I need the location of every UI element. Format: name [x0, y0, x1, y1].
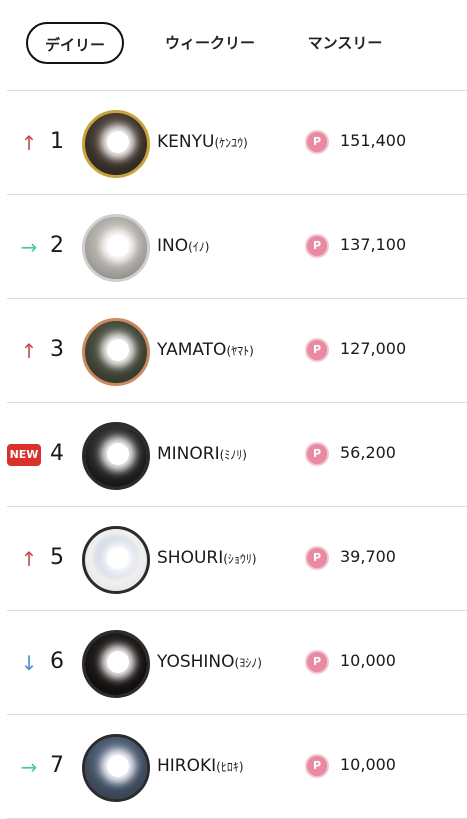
ranking-row[interactable]: ↑ 5 SHOURI(ｼｮｳﾘ) P 39,700 [7, 507, 467, 611]
avatar[interactable] [82, 214, 150, 282]
trend-indicator: NEW [7, 444, 41, 466]
face-blur [107, 235, 129, 257]
point-symbol: P [312, 447, 322, 460]
point-symbol: P [312, 343, 322, 356]
cast-name[interactable]: YAMATO(ﾔﾏﾄ) [157, 337, 254, 364]
cast-name-latin: YAMATO [157, 340, 227, 360]
face-blur [107, 755, 129, 777]
points-value: 10,000 [340, 651, 396, 670]
ranking-list: ↑ 1 KENYU(ｹﾝﾕｳ) P 151,400 → 2 INO(ｲﾉ) P … [7, 90, 467, 819]
point-icon: P [305, 650, 329, 674]
points-value: 127,000 [340, 339, 407, 358]
period-tabs: デイリー ウィークリー マンスリー [0, 0, 467, 90]
avatar[interactable] [82, 318, 150, 386]
point-icon: P [305, 442, 329, 466]
rank-number: 5 [50, 545, 64, 570]
trend-indicator: ↑ [20, 547, 38, 571]
cast-name-kana: (ﾋﾛｷ) [216, 760, 244, 774]
ranking-row[interactable]: ↓ 6 YOSHINO(ﾖｼﾉ) P 10,000 [7, 611, 467, 715]
trend-indicator: → [20, 755, 38, 779]
point-symbol: P [312, 239, 322, 252]
face-blur [107, 131, 129, 153]
cast-name[interactable]: YOSHINO(ﾖｼﾉ) [157, 649, 262, 676]
avatar[interactable] [82, 734, 150, 802]
point-icon: P [305, 130, 329, 154]
points-value: 10,000 [340, 755, 396, 774]
ranking-row[interactable]: → 2 INO(ｲﾉ) P 137,100 [7, 195, 467, 299]
point-icon: P [305, 338, 329, 362]
rank-number: 4 [50, 441, 64, 466]
cast-name-kana: (ﾐﾉﾘ) [219, 448, 247, 462]
trend-indicator: ↑ [20, 131, 38, 155]
cast-name-kana: (ｼｮｳﾘ) [223, 552, 257, 566]
cast-name-kana: (ｹﾝﾕｳ) [214, 136, 248, 150]
face-blur [107, 547, 129, 569]
ranking-row[interactable]: NEW 4 MINORI(ﾐﾉﾘ) P 56,200 [7, 403, 467, 507]
trend-indicator: ↓ [20, 651, 38, 675]
cast-name-kana: (ｲﾉ) [188, 240, 210, 254]
cast-name[interactable]: MINORI(ﾐﾉﾘ) [157, 441, 247, 468]
points-value: 56,200 [340, 443, 396, 462]
tab-daily[interactable]: デイリー [26, 22, 124, 64]
point-symbol: P [312, 551, 322, 564]
point-icon: P [305, 546, 329, 570]
ranking-row[interactable]: ↑ 1 KENYU(ｹﾝﾕｳ) P 151,400 [7, 91, 467, 195]
cast-name-latin: MINORI [157, 444, 220, 464]
face-blur [107, 339, 129, 361]
tab-monthly[interactable]: マンスリー [295, 22, 395, 64]
cast-name[interactable]: SHOURI(ｼｮｳﾘ) [157, 545, 257, 572]
point-symbol: P [312, 759, 322, 772]
cast-name-latin: INO [157, 236, 189, 256]
avatar[interactable] [82, 110, 150, 178]
avatar[interactable] [82, 526, 150, 594]
trend-indicator: → [20, 235, 38, 259]
point-icon: P [305, 234, 329, 258]
cast-name[interactable]: INO(ｲﾉ) [157, 233, 210, 260]
avatar[interactable] [82, 422, 150, 490]
cast-name-latin: YOSHINO [157, 652, 235, 672]
point-symbol: P [312, 655, 322, 668]
rank-number: 6 [50, 649, 64, 674]
points-value: 137,100 [340, 235, 407, 254]
points-value: 151,400 [340, 131, 407, 150]
rank-number: 2 [50, 233, 64, 258]
point-icon: P [305, 754, 329, 778]
rank-number: 7 [50, 753, 64, 778]
rank-number: 1 [50, 129, 64, 154]
points-value: 39,700 [340, 547, 396, 566]
point-symbol: P [312, 135, 322, 148]
cast-name-latin: KENYU [157, 132, 215, 152]
cast-name-kana: (ﾔﾏﾄ) [226, 344, 254, 358]
ranking-row[interactable]: ↑ 3 YAMATO(ﾔﾏﾄ) P 127,000 [7, 299, 467, 403]
face-blur [107, 651, 129, 673]
cast-name-latin: SHOURI [157, 548, 224, 568]
ranking-row[interactable]: → 7 HIROKI(ﾋﾛｷ) P 10,000 [7, 715, 467, 819]
cast-name-kana: (ﾖｼﾉ) [234, 656, 262, 670]
cast-name[interactable]: HIROKI(ﾋﾛｷ) [157, 753, 244, 780]
avatar[interactable] [82, 630, 150, 698]
rank-number: 3 [50, 337, 64, 362]
face-blur [107, 443, 129, 465]
trend-indicator: ↑ [20, 339, 38, 363]
tab-weekly[interactable]: ウィークリー [150, 22, 270, 64]
cast-name-latin: HIROKI [157, 756, 217, 776]
cast-name[interactable]: KENYU(ｹﾝﾕｳ) [157, 129, 248, 156]
